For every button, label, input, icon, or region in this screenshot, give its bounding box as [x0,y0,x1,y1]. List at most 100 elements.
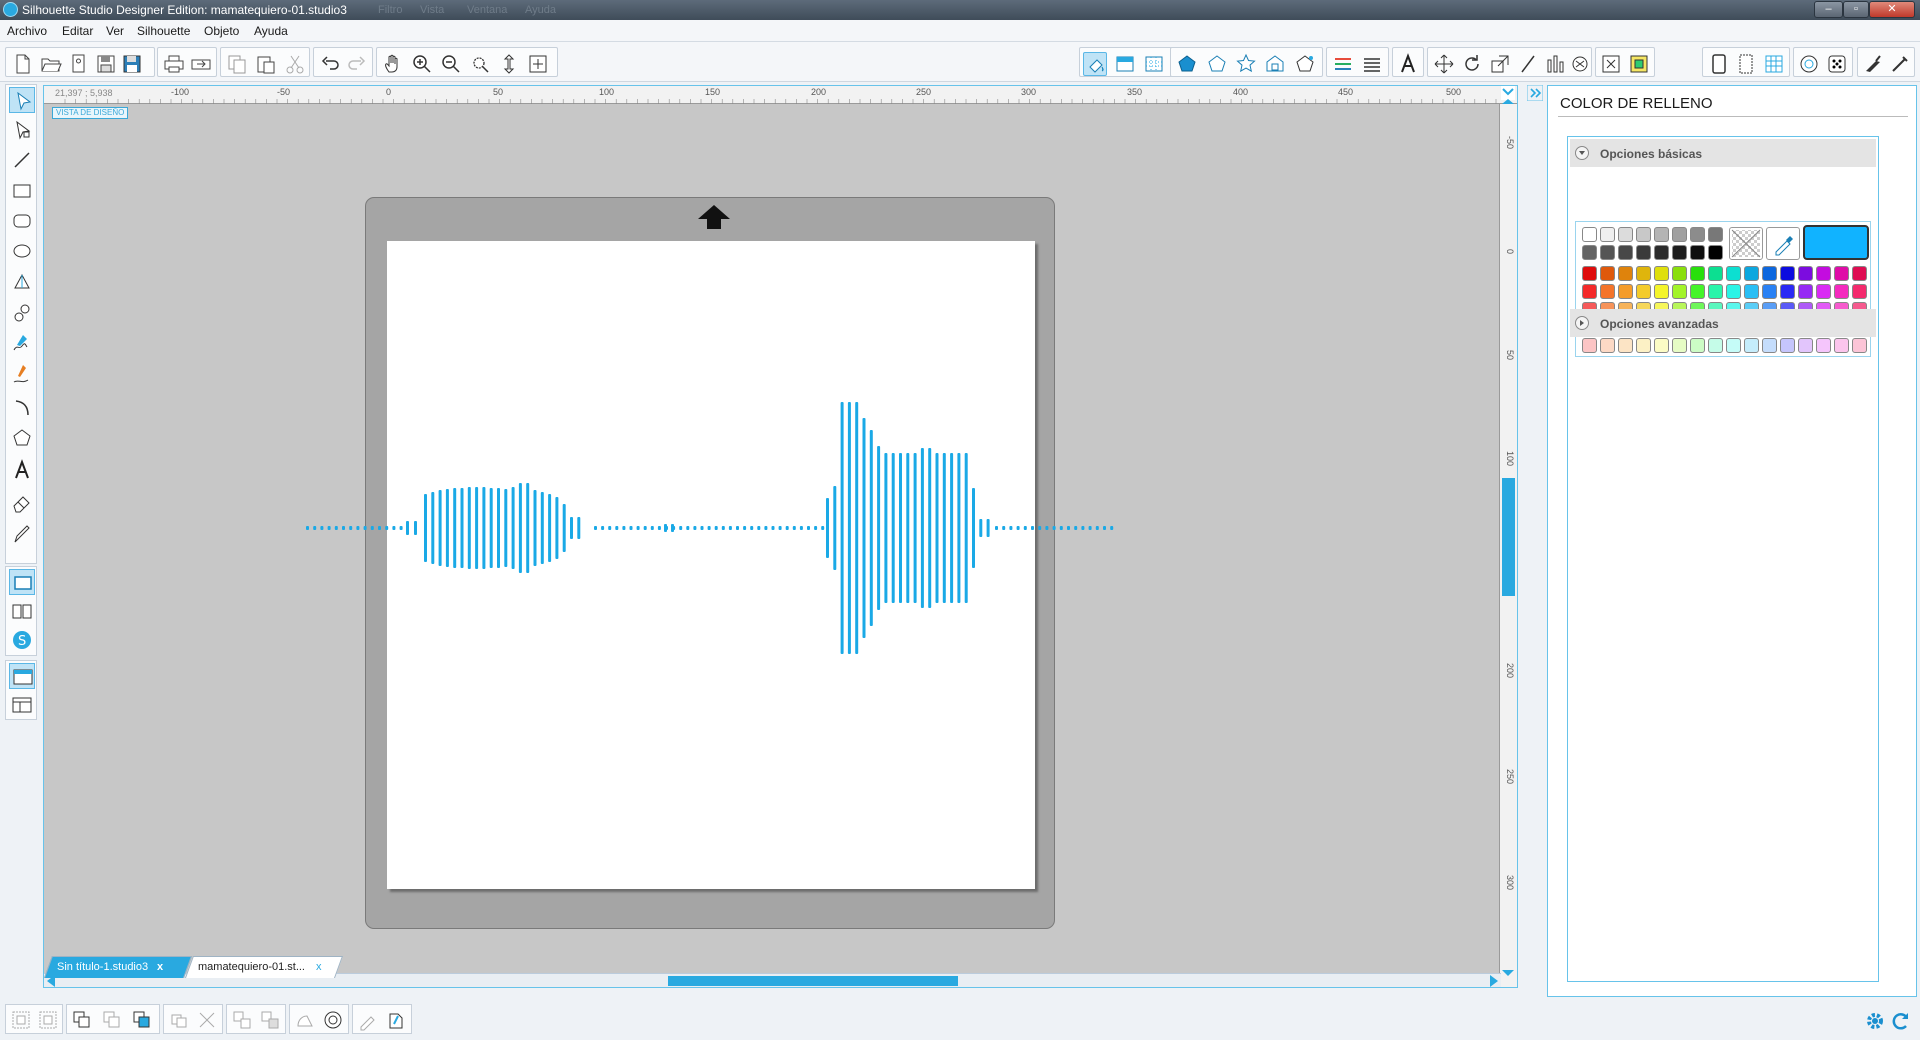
shadow-icon[interactable] [1234,52,1258,76]
waveform-bar[interactable] [920,448,924,608]
waveform-bar[interactable] [686,526,690,530]
waveform-bar[interactable] [935,453,939,603]
scale-icon[interactable] [1488,52,1512,76]
basic-options-header[interactable]: Opciones básicas [1570,139,1876,167]
line-width-icon[interactable] [1331,52,1355,76]
send-to-silhouette-icon[interactable] [189,52,213,76]
waveform-bar[interactable] [743,526,747,530]
color-swatch[interactable] [1618,227,1633,242]
waveform-bar[interactable] [533,490,537,566]
color-swatch[interactable] [1636,338,1651,353]
smooth-freehand-icon[interactable] [9,362,35,388]
color-swatch[interactable] [1636,284,1651,299]
color-swatch[interactable] [1672,266,1687,281]
regular-polygon-icon[interactable] [9,425,35,451]
waveform-bar[interactable] [1081,526,1085,530]
waveform-bar[interactable] [548,494,552,562]
eyedropper-icon[interactable] [1766,227,1800,260]
color-swatch[interactable] [1744,284,1759,299]
color-swatch[interactable] [1654,245,1669,260]
color-swatch[interactable] [1600,266,1615,281]
waveform-bar[interactable] [562,504,566,552]
waveform-bar[interactable] [475,487,479,569]
waveform-bar[interactable] [334,526,338,530]
zoom-out-icon[interactable] [439,52,463,76]
current-fill-color[interactable] [1803,225,1869,260]
waveform-bar[interactable] [771,526,775,530]
waveform-bar[interactable] [636,526,640,530]
color-swatch[interactable] [1708,266,1723,281]
menu-ver[interactable]: Ver [106,24,124,38]
text-style-icon[interactable] [1396,52,1420,76]
waveform-bar[interactable] [995,526,998,530]
color-swatch[interactable] [1600,245,1615,260]
color-swatch[interactable] [1672,227,1687,242]
waveform-bar[interactable] [778,526,782,530]
color-swatch[interactable] [1834,266,1849,281]
color-swatch[interactable] [1726,338,1741,353]
undo-icon[interactable] [318,52,342,76]
select-icon[interactable] [9,87,35,113]
redo-icon[interactable] [345,52,369,76]
cut-settings-icon[interactable] [1734,52,1758,76]
waveform-bar[interactable] [453,488,457,568]
registration-icon[interactable] [1797,52,1821,76]
library-icon[interactable] [66,52,90,76]
color-swatch[interactable] [1636,227,1651,242]
waveform-bar[interactable] [615,526,619,530]
waveform-bar[interactable] [736,526,739,530]
waveform-bar[interactable] [601,526,605,530]
color-swatch[interactable] [1672,245,1687,260]
menu-objeto[interactable]: Objeto [204,24,239,38]
waveform-bar[interactable] [414,521,417,535]
waveform-design[interactable] [44,86,1518,988]
color-swatch[interactable] [1762,266,1777,281]
copy-icon[interactable] [225,52,249,76]
tab-close-icon[interactable]: x [157,961,163,973]
waveform-bar[interactable] [399,526,403,530]
point-edit-icon[interactable] [9,117,35,143]
waveform-bar[interactable] [799,526,803,530]
waveform-bar[interactable] [957,453,961,603]
waveform-bar[interactable] [349,526,353,530]
zoom-in-icon[interactable] [410,52,434,76]
waveform-bar[interactable] [313,526,317,530]
shear-icon[interactable] [1516,52,1540,76]
eraser-icon[interactable] [9,490,35,516]
waveform-bar[interactable] [1031,526,1034,530]
knife-tool-icon[interactable] [9,521,35,547]
waveform-bar[interactable] [327,526,331,530]
waveform-bar[interactable] [899,453,902,603]
freehand-icon[interactable] [9,332,35,358]
settings-gear-icon[interactable] [1864,1010,1886,1032]
waveform-bar[interactable] [847,402,851,654]
bring-to-front-icon[interactable] [70,1008,94,1032]
color-swatch[interactable] [1690,227,1705,242]
waveform-bar[interactable] [728,526,732,530]
color-swatch[interactable] [1762,338,1777,353]
waveform-bar[interactable] [657,526,661,530]
waveform-bar[interactable] [526,483,530,573]
waveform-bar[interactable] [342,526,345,530]
design-view-icon[interactable] [9,569,35,595]
page-setup-icon[interactable] [1707,52,1731,76]
waveform-bar[interactable] [1074,526,1078,530]
color-swatch[interactable] [1654,266,1669,281]
waveform-bar[interactable] [785,526,789,530]
waveform-bar[interactable] [862,418,866,638]
waveform-bar[interactable] [1059,526,1063,530]
line-style-icon[interactable] [1205,52,1229,76]
color-swatch[interactable] [1816,266,1831,281]
waveform-bar[interactable] [833,486,837,570]
color-swatch[interactable] [1708,338,1723,353]
waveform-bar[interactable] [792,526,796,530]
color-swatch[interactable] [1726,266,1741,281]
sketch-icon[interactable] [1293,52,1317,76]
save-library-icon[interactable] [120,52,144,76]
waveform-bar[interactable] [964,453,968,603]
waveform-bar[interactable] [707,526,711,530]
waveform-bar[interactable] [392,526,396,530]
waveform-bar[interactable] [1088,526,1092,530]
replicate-icon[interactable] [1544,52,1568,76]
waveform-bar[interactable] [679,526,683,530]
